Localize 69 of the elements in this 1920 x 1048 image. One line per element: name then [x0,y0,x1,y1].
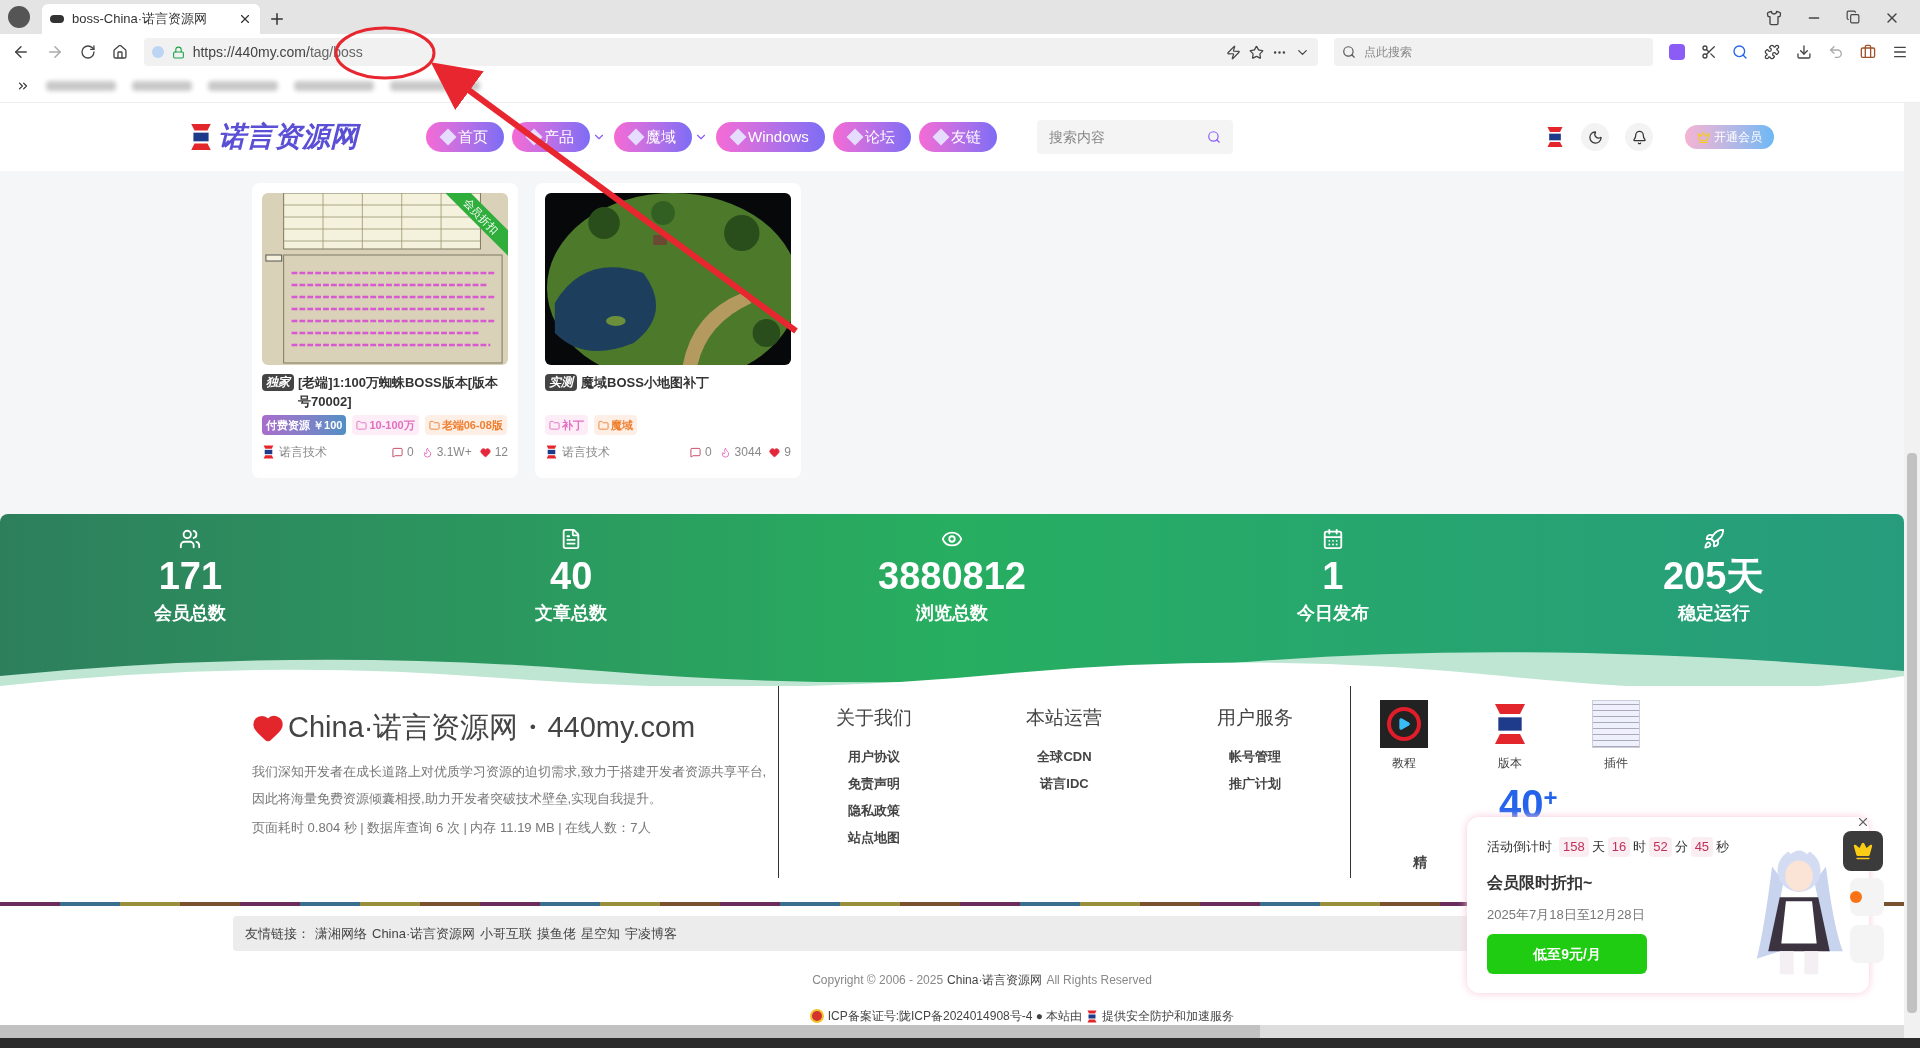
footer-stats: 页面耗时 0.804 秒 | 数据库查询 6 次 | 内存 11.19 MB | 在线人数：7人 [252,818,652,837]
stat-value: 205天 [1662,554,1765,599]
footer-brand: China·诺言资源网・440my.com [288,710,696,745]
footer-link[interactable]: 免责声明 [848,769,901,797]
friend-link[interactable]: 星空知 [581,923,621,944]
view-count: 3044 [734,444,762,461]
footer-link[interactable]: 站点地图 [848,823,901,851]
browser-tab[interactable]: boss-China·诺言资源网 [42,4,260,34]
column-title: 用户服务 [1216,706,1293,730]
like-count: 9 [784,444,791,461]
friend-link[interactable]: 摸鱼佬 [537,923,577,944]
footer-link[interactable]: 诺言IDC [1040,769,1089,797]
stat-label: 稳定运行 [1677,602,1750,625]
countdown-value: 52 [1649,837,1672,857]
shortcut-item[interactable]: 插件 [1591,700,1641,772]
countdown-value: 16 [1607,837,1631,857]
site-link[interactable]: China·诺言资源网 [947,971,1043,989]
icp-text: 提供安全防护和加速服务 [1102,1008,1235,1025]
countdown-value: 158 [1559,837,1589,857]
footer-link[interactable]: 全球CDN [1037,742,1092,770]
tab-title: boss-China·诺言资源网 [72,10,209,29]
friend-link[interactable]: 潇湘网络 [315,923,367,944]
count-value: 40 [1499,786,1544,822]
stat-label: 文章总数 [535,602,608,625]
stat-label: 浏览总数 [916,602,988,625]
countdown-value: 45 [1690,837,1714,857]
promo-title: 会员限时折扣~ [1487,872,1594,893]
countdown-unit: 天 [1591,838,1605,856]
stat-value: 40 [550,554,593,599]
copyright-text: All Rights Reserved [1046,972,1152,989]
friend-link[interactable]: China·诺言资源网 [372,923,476,944]
shortcut-item[interactable]: 教程 [1379,700,1429,772]
post-badge: 独家 [262,374,294,391]
friend-links-label: 友情链接： [245,924,310,943]
footer-description: 我们深知开发者在成长道路上对优质学习资源的迫切需求,致力于搭建开发者资源共享平台,因此将海量免费资源倾囊相授,助力开发者突破技术壁垒,实现自我提升。 [252,762,768,808]
view-count: 3.1W+ [436,444,472,461]
countdown-unit: 秒 [1716,838,1730,856]
promo-dates: 2025年7月18日至12月28日 [1487,905,1646,924]
stat-label: 今日发布 [1296,602,1369,625]
friend-link[interactable]: 小哥互联 [480,923,533,944]
price-tag: 付费资源 ￥100 [262,415,347,435]
footer-link[interactable]: 推广计划 [1228,769,1281,797]
post-title[interactable]: 魔域BOSS小地图补丁 [581,373,791,392]
footer-link[interactable]: 用户协议 [848,742,901,770]
countdown-unit: 分 [1674,838,1688,856]
count-plus: + [1543,786,1558,810]
footer-link[interactable]: 帐号管理 [1228,742,1281,770]
post-badge: 实测 [545,374,577,391]
like-count: 12 [494,444,508,461]
friend-link[interactable]: 宇凌博客 [625,923,678,944]
countdown-label: 活动倒计时 [1487,838,1552,856]
stat-value: 1 [1322,554,1344,599]
nav-button[interactable]: 魔域 [614,122,692,152]
stat-value: 3880812 [878,554,1026,599]
stat-label: 会员总数 [154,602,227,625]
copyright-text: Copyright © 2006 - 2025 [812,972,944,989]
icp-text: ICP备案证号:陇ICP备2024014908号-4 ● 本站由 [827,1008,1083,1025]
shortcut-item[interactable]: 版本 [1485,700,1535,772]
countdown-unit: 时 [1633,838,1647,856]
stat-value: 171 [158,554,223,599]
footer-link[interactable]: 隐私政策 [848,796,901,824]
author-name[interactable]: 诺言技术 [562,443,610,461]
comment-count: 0 [704,444,712,461]
column-title: 关于我们 [836,706,913,730]
author-name[interactable]: 诺言技术 [279,443,327,461]
partial-label: 精 [1413,853,1427,872]
column-title: 本站运营 [1026,706,1103,730]
post-title[interactable]: [老端]1:100万蜘蛛BOSS版本[版本号70002] [298,373,508,411]
comment-count: 0 [406,444,414,461]
